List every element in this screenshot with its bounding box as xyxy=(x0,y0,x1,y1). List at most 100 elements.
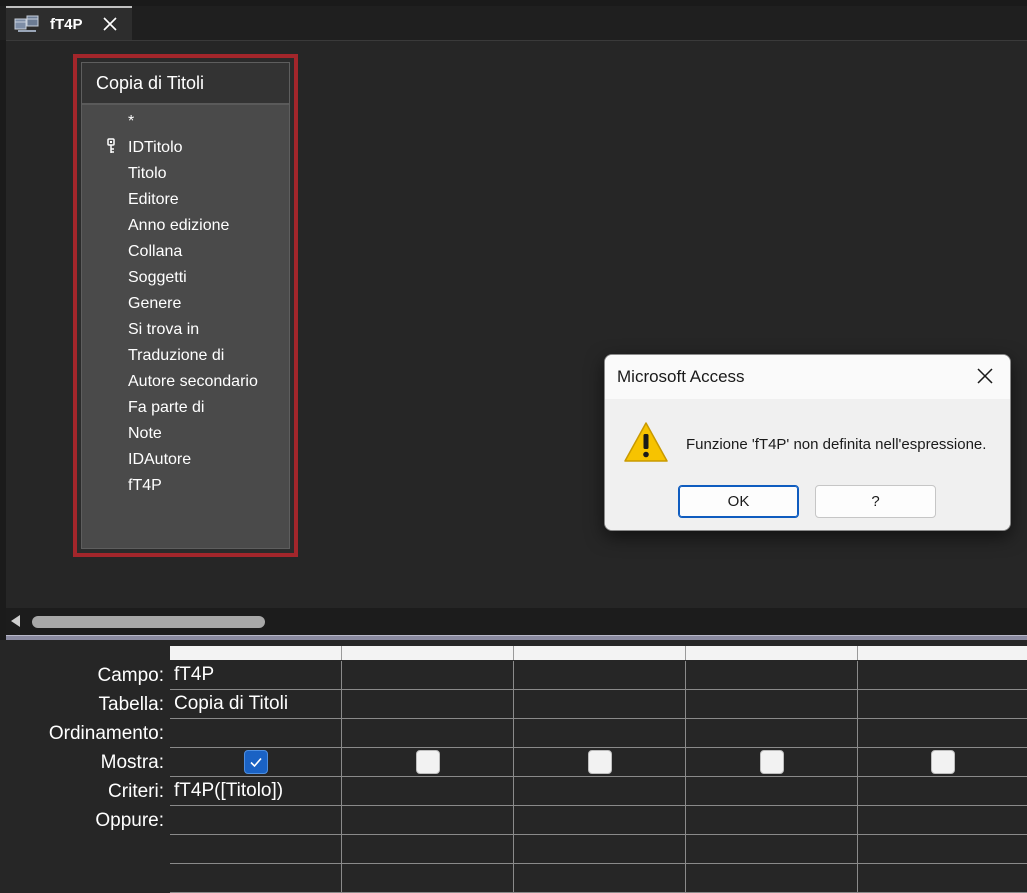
table-field-list-body: Copia di Titoli * IDTitolo Titolo Editore An… xyxy=(81,62,290,549)
field-label: Collana xyxy=(128,243,183,260)
field-list: * IDTitolo Titolo Editore Anno edizione Colla… xyxy=(82,105,289,499)
grid-cell-oppure[interactable] xyxy=(686,806,858,835)
grid-cell-tabella[interactable] xyxy=(342,690,514,719)
row-label-ordinamento: Ordinamento: xyxy=(48,723,164,744)
show-checkbox[interactable] xyxy=(931,750,955,774)
warning-icon xyxy=(624,422,668,462)
field-item[interactable]: Traduzione di xyxy=(82,343,289,369)
field-item[interactable]: IDTitolo xyxy=(82,135,289,161)
error-dialog: Microsoft Access Funzione 'fT4P' non def… xyxy=(604,354,1011,531)
close-icon[interactable] xyxy=(974,365,996,387)
field-label: Si trova in xyxy=(128,321,200,338)
grid-cell-empty[interactable] xyxy=(342,835,514,864)
grid-cell-oppure[interactable] xyxy=(514,806,686,835)
dialog-body: Funzione 'fT4P' non definita nell'espres… xyxy=(605,399,1010,530)
grid-cell-mostra[interactable] xyxy=(342,748,514,777)
field-item[interactable]: Editore xyxy=(82,187,289,213)
row-label-criteri: Criteri: xyxy=(108,781,164,802)
help-button[interactable]: ? xyxy=(815,485,936,518)
field-item[interactable]: * xyxy=(82,109,289,135)
grid-cell-criteri[interactable] xyxy=(514,777,686,806)
grid-cell-campo[interactable]: fT4P xyxy=(170,661,342,690)
field-label: Editore xyxy=(128,191,179,208)
grid-cell-empty[interactable] xyxy=(342,864,514,893)
field-item[interactable]: Titolo xyxy=(82,161,289,187)
dialog-title-bar: Microsoft Access xyxy=(605,355,1010,399)
field-item[interactable]: IDAutore xyxy=(82,447,289,473)
row-label-oppure: Oppure: xyxy=(95,810,164,831)
field-item[interactable]: Anno edizione xyxy=(82,213,289,239)
grid-cell-empty[interactable] xyxy=(514,864,686,893)
grid-cell-empty[interactable] xyxy=(686,835,858,864)
field-item[interactable]: Soggetti xyxy=(82,265,289,291)
table-name[interactable]: Copia di Titoli xyxy=(82,63,289,105)
grid-cell-empty[interactable] xyxy=(686,864,858,893)
field-item[interactable]: Fa parte di xyxy=(82,395,289,421)
grid-cell-criteri[interactable] xyxy=(858,777,1027,806)
grid-row-labels: Campo: Tabella: Ordinamento: Mostra: Criteri… xyxy=(0,640,170,891)
grid-cell-empty[interactable] xyxy=(514,835,686,864)
scrollbar-thumb[interactable] xyxy=(32,616,265,628)
grid-cell-ordinamento[interactable] xyxy=(858,719,1027,748)
field-label: IDTitolo xyxy=(128,139,183,156)
show-checkbox[interactable] xyxy=(416,750,440,774)
table-field-list[interactable]: Copia di Titoli * IDTitolo Titolo Editore An… xyxy=(73,54,298,557)
grid-cell-tabella[interactable]: Copia di Titoli xyxy=(170,690,342,719)
field-item[interactable]: Genere xyxy=(82,291,289,317)
show-checkbox[interactable] xyxy=(244,750,268,774)
grid-cell-empty[interactable] xyxy=(170,835,342,864)
ok-button[interactable]: OK xyxy=(678,485,799,518)
row-label-tabella: Tabella: xyxy=(98,694,165,715)
checkmark-icon xyxy=(250,757,262,768)
grid-cell-criteri[interactable] xyxy=(342,777,514,806)
field-item[interactable]: Si trova in xyxy=(82,317,289,343)
column-selector[interactable] xyxy=(170,646,342,660)
grid-cell-empty[interactable] xyxy=(858,864,1027,893)
query-icon xyxy=(14,15,39,32)
grid-cell-oppure[interactable] xyxy=(342,806,514,835)
grid-cell-ordinamento[interactable] xyxy=(342,719,514,748)
grid-cell-mostra[interactable] xyxy=(686,748,858,777)
grid-cell-oppure[interactable] xyxy=(170,806,342,835)
grid-cell-criteri[interactable] xyxy=(686,777,858,806)
grid-cell-criteri[interactable]: fT4P([Titolo]) xyxy=(170,777,342,806)
row-label-campo: Campo: xyxy=(97,665,164,686)
grid-cell-tabella[interactable] xyxy=(686,690,858,719)
show-checkbox[interactable] xyxy=(760,750,784,774)
column-selector[interactable] xyxy=(858,646,1027,660)
field-item[interactable]: Autore secondario xyxy=(82,369,289,395)
field-label: Anno edizione xyxy=(128,217,230,234)
dialog-title: Microsoft Access xyxy=(617,367,745,386)
tab-query-ft4p[interactable]: fT4P xyxy=(6,6,132,40)
field-label: fT4P xyxy=(128,477,162,494)
primary-key-icon xyxy=(107,138,115,153)
grid-cell-mostra[interactable] xyxy=(170,748,342,777)
field-item[interactable]: Collana xyxy=(82,239,289,265)
grid-cell-ordinamento[interactable] xyxy=(514,719,686,748)
column-selector[interactable] xyxy=(342,646,514,660)
field-label: IDAutore xyxy=(128,451,192,468)
column-selector[interactable] xyxy=(514,646,686,660)
column-selector[interactable] xyxy=(686,646,858,660)
grid-cell-empty[interactable] xyxy=(170,864,342,893)
field-item[interactable]: fT4P xyxy=(82,473,289,499)
grid-cell-ordinamento[interactable] xyxy=(686,719,858,748)
grid-cell-tabella[interactable] xyxy=(514,690,686,719)
field-item[interactable]: Note xyxy=(82,421,289,447)
grid-cell-empty[interactable] xyxy=(858,835,1027,864)
grid-cell-mostra[interactable] xyxy=(858,748,1027,777)
grid-cell-campo[interactable] xyxy=(858,661,1027,690)
grid-cell-campo[interactable] xyxy=(514,661,686,690)
close-icon[interactable] xyxy=(102,17,117,31)
horizontal-scrollbar[interactable] xyxy=(6,608,1027,635)
field-label: Autore secondario xyxy=(128,373,258,390)
grid-cell-tabella[interactable] xyxy=(858,690,1027,719)
grid-cell-campo[interactable] xyxy=(342,661,514,690)
scroll-left-arrow-icon[interactable] xyxy=(11,615,20,627)
field-label: Note xyxy=(128,425,162,442)
grid-cell-oppure[interactable] xyxy=(858,806,1027,835)
grid-cell-campo[interactable] xyxy=(686,661,858,690)
grid-cell-ordinamento[interactable] xyxy=(170,719,342,748)
grid-cell-mostra[interactable] xyxy=(514,748,686,777)
show-checkbox[interactable] xyxy=(588,750,612,774)
